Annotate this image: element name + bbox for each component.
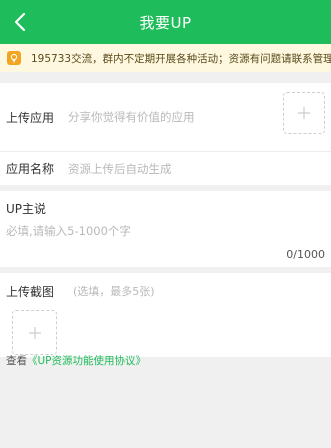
- agreement-line: 查看《UP资源功能使用协议》: [6, 353, 146, 368]
- bulb-icon: [7, 51, 21, 65]
- app-header: 我要UP: [0, 0, 331, 44]
- notice-bar: 195733交流，群内不定期开展各种活动；资源有问题请联系管理员QQ: [0, 44, 331, 72]
- char-counter: 0/1000: [286, 248, 325, 261]
- upload-app-placeholder: 分享你觉得有价值的应用: [68, 110, 195, 124]
- upload-app-button[interactable]: [283, 92, 325, 134]
- agreement-prefix: 查看: [6, 355, 27, 367]
- screenshots-row: 上传截图 (选填，最多5张): [0, 273, 331, 357]
- plus-icon: [28, 326, 41, 339]
- notice-text: 195733交流，群内不定期开展各种活动；资源有问题请联系管理员QQ: [31, 52, 331, 65]
- upload-app-label: 上传应用: [6, 110, 55, 125]
- description-label: UP主说: [6, 202, 47, 216]
- add-screenshot-button[interactable]: [12, 310, 57, 355]
- app-name-row: 应用名称 资源上传后自动生成: [0, 152, 331, 185]
- app-name-placeholder: 资源上传后自动生成: [68, 161, 172, 176]
- page-title: 我要UP: [139, 13, 192, 32]
- upload-app-row[interactable]: 上传应用 分享你觉得有价值的应用: [0, 83, 331, 152]
- back-button[interactable]: [4, 6, 36, 38]
- plus-icon: [298, 107, 310, 119]
- app-name-label: 应用名称: [6, 162, 55, 176]
- description-placeholder: 必填,请输入5-1000个字: [6, 224, 131, 238]
- back-chevron-icon: [14, 12, 26, 32]
- description-field[interactable]: UP主说 必填,请输入5-1000个字 0/1000: [0, 191, 331, 267]
- screenshots-hint: (选填，最多5张): [73, 285, 155, 298]
- agreement-link[interactable]: 《UP资源功能使用协议》: [27, 355, 146, 367]
- screenshots-label: 上传截图: [6, 285, 55, 299]
